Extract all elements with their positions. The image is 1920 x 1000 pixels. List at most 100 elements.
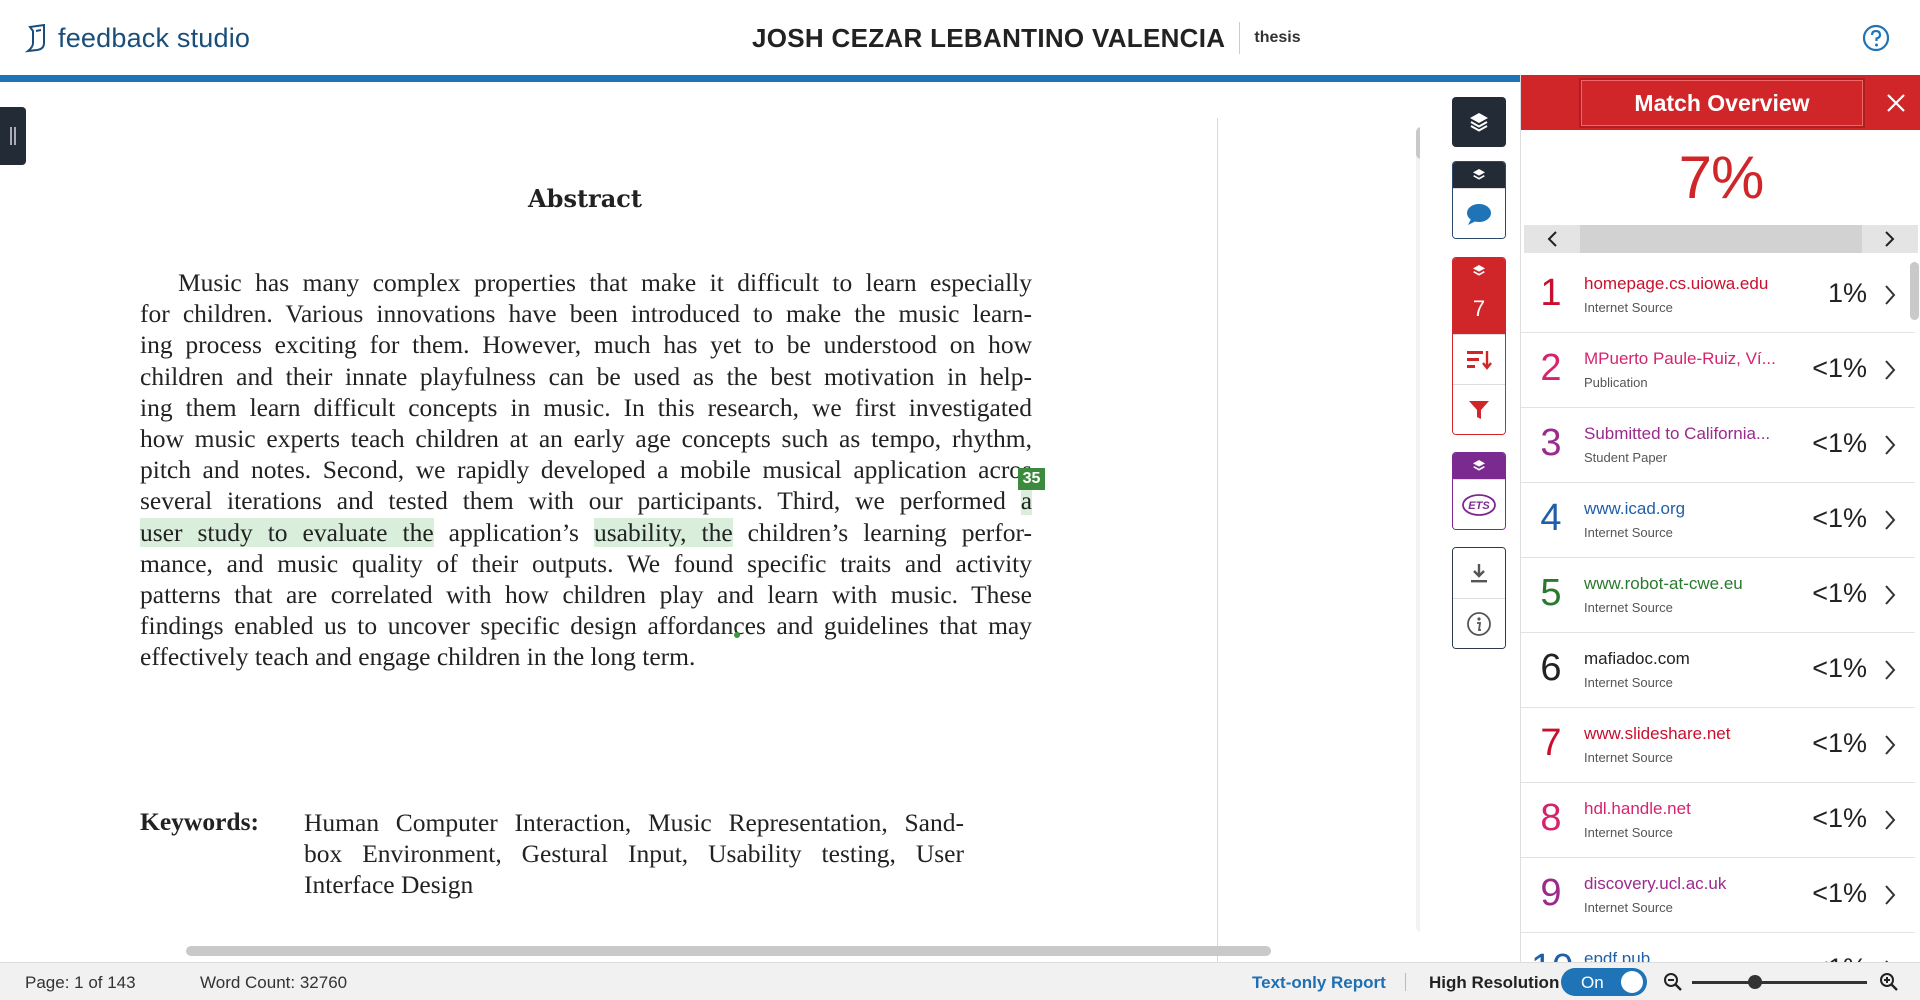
comment-bubble-icon	[1467, 203, 1491, 225]
close-panel-button[interactable]	[1871, 75, 1920, 130]
panel-header: Match Overview	[1521, 75, 1920, 130]
match-marker-dot[interactable]	[734, 632, 740, 638]
match-source-row[interactable]: 4 www.icad.org Internet Source <1%	[1521, 483, 1915, 558]
match-source-type: Internet Source	[1584, 525, 1673, 540]
keywords-line: Human Computer Interaction, Music Repres…	[304, 808, 964, 837]
match-percent: 1%	[1827, 278, 1867, 308]
match-source-row[interactable]: 5 www.robot-at-cwe.eu Internet Source <1%	[1521, 558, 1915, 633]
header-divider	[1239, 22, 1241, 54]
abstract-line: ing process exciting for them. However, …	[140, 330, 1032, 360]
app-logo[interactable]: feedback studio	[24, 22, 250, 54]
download-icon	[1471, 564, 1487, 583]
layers-button[interactable]	[1452, 97, 1506, 147]
match-source-name[interactable]: epdf.pub	[1584, 949, 1784, 962]
similarity-layer-toggle[interactable]	[1453, 258, 1505, 284]
match-number-tag[interactable]: 35	[1018, 468, 1045, 490]
layers-icon	[1473, 265, 1485, 276]
match-highlight[interactable]: usability, the	[593, 517, 733, 547]
panel-scrollbar-thumb[interactable]	[1910, 262, 1919, 320]
match-number: 1	[1540, 272, 1562, 314]
zoom-in-icon[interactable]	[1879, 972, 1899, 992]
match-source-row[interactable]: 10 epdf.pub <1%	[1521, 933, 1915, 962]
match-source-row[interactable]: 2 MPuerto Paule-Ruiz, Ví... Publication <1%	[1521, 333, 1915, 408]
submission-info: JOSH CEZAR LEBANTINO VALENCIA thesis	[752, 20, 1301, 56]
document-scrollbar-thumb[interactable]	[1416, 127, 1420, 159]
utility-group	[1452, 547, 1506, 649]
match-highlight[interactable]: a	[1020, 486, 1033, 516]
match-source-row[interactable]: 6 mafiadoc.com Internet Source <1%	[1521, 633, 1915, 708]
close-icon	[1887, 93, 1905, 112]
chevron-right-icon[interactable]	[1883, 809, 1897, 831]
match-source-row[interactable]: 3 Submitted to California... Student Paper…	[1521, 408, 1915, 483]
comments-button[interactable]	[1453, 188, 1505, 238]
match-highlight[interactable]: user study to evaluate the	[140, 517, 434, 547]
zoom-slider-track[interactable]	[1692, 981, 1867, 984]
match-pager	[1524, 225, 1918, 253]
abstract-heading: Abstract	[528, 184, 642, 213]
match-percent: <1%	[1812, 353, 1867, 383]
match-number: 10	[1531, 947, 1573, 962]
match-source-name[interactable]: www.slideshare.net	[1584, 724, 1784, 744]
keywords-line: Interface Design	[304, 870, 474, 900]
match-source-name[interactable]: discovery.ucl.ac.uk	[1584, 874, 1784, 894]
chevron-right-icon[interactable]	[1883, 884, 1897, 906]
chevron-right-icon[interactable]	[1883, 359, 1897, 381]
chevron-left-icon	[1547, 231, 1557, 247]
info-icon	[1467, 611, 1491, 636]
abstract-line: effectively teach and engage children in…	[140, 642, 696, 672]
match-sort-button[interactable]	[1453, 334, 1505, 384]
layers-icon	[1473, 169, 1485, 180]
zoom-slider-handle[interactable]	[1748, 975, 1762, 989]
ets-layer-group: ETS	[1452, 452, 1506, 530]
ets-layer-toggle[interactable]	[1453, 453, 1505, 479]
download-button[interactable]	[1453, 548, 1505, 598]
abstract-text: several iterations and tested them with …	[140, 486, 1006, 516]
match-source-name[interactable]: www.icad.org	[1584, 499, 1784, 519]
match-source-row[interactable]: 9 discovery.ucl.ac.uk Internet Source <1%	[1521, 858, 1915, 933]
chevron-right-icon[interactable]	[1883, 584, 1897, 606]
submission-info-button[interactable]	[1453, 598, 1505, 648]
layers-icon	[1470, 113, 1488, 132]
match-source-name[interactable]: www.robot-at-cwe.eu	[1584, 574, 1784, 594]
chevron-right-icon[interactable]	[1883, 509, 1897, 531]
match-list: 1 homepage.cs.uiowa.edu Internet Source 1% 2…	[1521, 258, 1915, 962]
match-source-name[interactable]: Submitted to California...	[1584, 424, 1784, 444]
high-resolution-toggle[interactable]: On	[1561, 968, 1647, 996]
match-source-name[interactable]: hdl.handle.net	[1584, 799, 1784, 819]
keywords-label: Keywords:	[140, 807, 259, 836]
document-scrollbar-track[interactable]	[1416, 127, 1420, 932]
chevron-right-icon	[1885, 231, 1895, 247]
match-number: 7	[1540, 722, 1562, 764]
match-source-name[interactable]: mafiadoc.com	[1584, 649, 1784, 669]
match-filter-button[interactable]	[1453, 384, 1505, 434]
chevron-right-icon[interactable]	[1883, 434, 1897, 456]
next-match-button[interactable]	[1862, 225, 1918, 253]
previous-match-button[interactable]	[1524, 225, 1580, 253]
ets-button[interactable]: ETS	[1453, 479, 1505, 529]
match-source-row[interactable]: 1 homepage.cs.uiowa.edu Internet Source 1%	[1521, 258, 1915, 333]
chevron-right-icon[interactable]	[1883, 734, 1897, 756]
zoom-out-icon[interactable]	[1663, 972, 1683, 992]
chevron-right-icon[interactable]	[1883, 284, 1897, 306]
match-source-type: Internet Source	[1584, 750, 1673, 765]
text-only-report-link[interactable]: Text-only Report	[1252, 973, 1386, 993]
abstract-line: patterns that are correlated with how ch…	[140, 580, 1032, 610]
match-source-name[interactable]: MPuerto Paule-Ruiz, Ví...	[1584, 349, 1784, 369]
abstract-line: how music experts teach children at an e…	[140, 424, 1032, 454]
match-source-row[interactable]: 7 www.slideshare.net Internet Source <1%	[1521, 708, 1915, 783]
keywords-line: box Environment, Gestural Input, Usabili…	[304, 839, 964, 869]
abstract-text: application’s	[448, 517, 579, 547]
side-drawer-handle[interactable]	[0, 107, 26, 165]
document-viewer[interactable]: Abstract Music has many complex properti…	[0, 82, 1420, 962]
chevron-right-icon[interactable]	[1883, 659, 1897, 681]
match-source-name[interactable]: homepage.cs.uiowa.edu	[1584, 274, 1784, 294]
similarity-layer-group: 7	[1452, 257, 1506, 435]
layers-icon	[1473, 460, 1485, 471]
feedback-layer-toggle[interactable]	[1453, 162, 1505, 188]
horizontal-scrollbar-thumb[interactable]	[186, 946, 1271, 956]
help-icon[interactable]	[1862, 24, 1890, 52]
abstract-line: several iterations and tested them with …	[140, 485, 1033, 516]
status-divider	[1405, 973, 1406, 991]
match-count-button[interactable]: 7	[1453, 284, 1505, 334]
match-source-row[interactable]: 8 hdl.handle.net Internet Source <1%	[1521, 783, 1915, 858]
